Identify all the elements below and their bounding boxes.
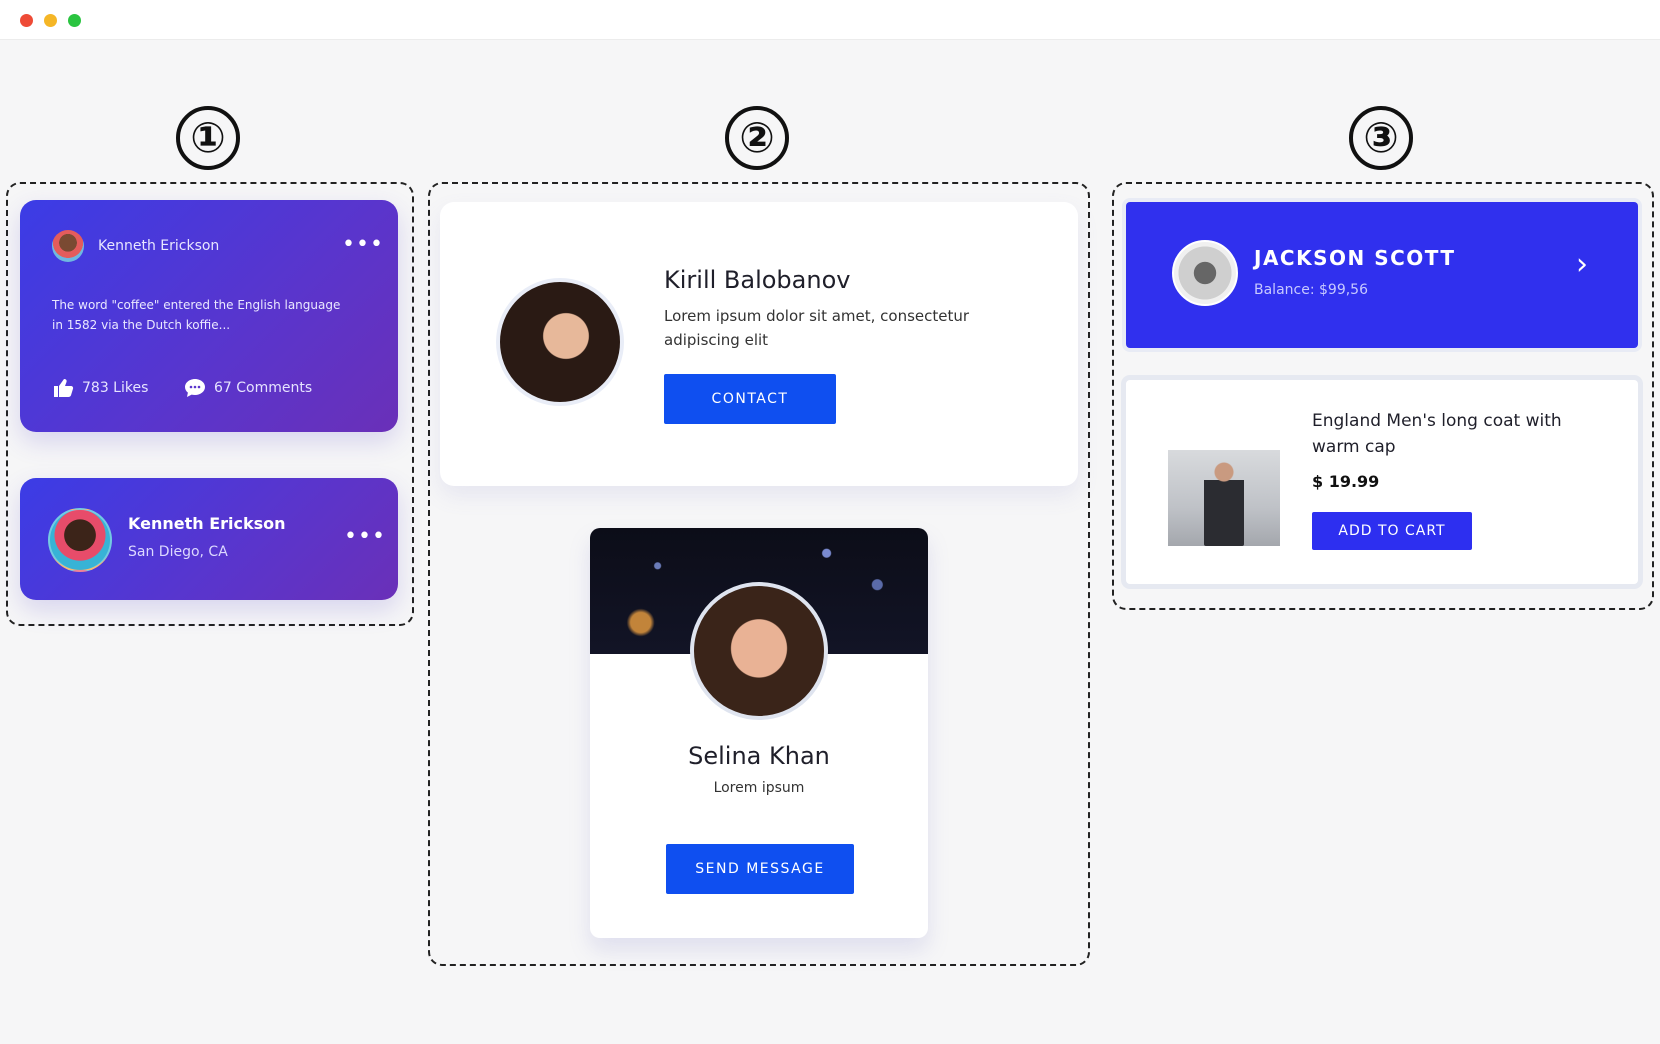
more-dots-icon[interactable]: ••• bbox=[342, 234, 384, 256]
profile-card[interactable]: Kenneth Erickson San Diego, CA ••• bbox=[20, 478, 398, 600]
profile-avatar[interactable] bbox=[48, 508, 112, 572]
message-subtitle: Lorem ipsum bbox=[713, 780, 805, 796]
account-avatar bbox=[1172, 240, 1238, 306]
post-author-name[interactable]: Kenneth Erickson bbox=[98, 238, 219, 254]
profile-name: Kenneth Erickson bbox=[128, 514, 286, 533]
group-number-2: ② bbox=[725, 106, 789, 170]
product-card: England Men's long coat with warm cap $ … bbox=[1126, 380, 1638, 584]
window-maximize-button[interactable] bbox=[68, 14, 81, 27]
contact-button[interactable]: CONTACT bbox=[664, 374, 836, 424]
author-avatar[interactable] bbox=[52, 230, 84, 262]
thumbs-up-icon bbox=[54, 379, 74, 397]
window-titlebar bbox=[0, 0, 1660, 40]
likes-count: 783 Likes bbox=[82, 380, 149, 396]
contact-card: Kirill Balobanov Lorem ipsum dolor sit a… bbox=[440, 202, 1078, 486]
profile-location: San Diego, CA bbox=[128, 544, 228, 560]
comments-button[interactable]: 67 Comments bbox=[184, 378, 312, 398]
message-card: Selina Khan Lorem ipsum SEND MESSAGE bbox=[590, 528, 928, 938]
contact-description: Lorem ipsum dolor sit amet, consectetur … bbox=[664, 307, 970, 349]
window-minimize-button[interactable] bbox=[44, 14, 57, 27]
account-name: JACKSON SCOTT bbox=[1254, 246, 1456, 270]
group-number-1: ① bbox=[176, 106, 240, 170]
group-number-3: ③ bbox=[1349, 106, 1413, 170]
comment-bubble-icon bbox=[185, 379, 205, 397]
account-balance: Balance: $99,56 bbox=[1254, 282, 1368, 298]
send-message-button[interactable]: SEND MESSAGE bbox=[666, 844, 854, 894]
product-image[interactable] bbox=[1168, 450, 1280, 546]
post-text: The word "coffee" entered the English la… bbox=[52, 298, 341, 332]
contact-avatar bbox=[496, 278, 624, 406]
likes-button[interactable]: 783 Likes bbox=[52, 378, 148, 398]
product-title[interactable]: England Men's long coat with warm cap bbox=[1312, 408, 1612, 460]
message-avatar bbox=[690, 582, 828, 720]
social-post-card: Kenneth Erickson ••• The word "coffee" e… bbox=[20, 200, 398, 432]
account-card[interactable]: JACKSON SCOTT Balance: $99,56 › bbox=[1126, 202, 1638, 348]
more-dots-icon[interactable]: ••• bbox=[344, 526, 386, 548]
comments-count: 67 Comments bbox=[214, 380, 313, 396]
add-to-cart-button[interactable]: ADD TO CART bbox=[1312, 512, 1472, 550]
chevron-right-icon[interactable]: › bbox=[1576, 250, 1588, 280]
contact-name: Kirill Balobanov bbox=[664, 266, 851, 294]
message-name: Selina Khan bbox=[688, 742, 830, 770]
product-figure bbox=[1204, 460, 1244, 546]
product-price: $ 19.99 bbox=[1312, 472, 1380, 491]
window-close-button[interactable] bbox=[20, 14, 33, 27]
